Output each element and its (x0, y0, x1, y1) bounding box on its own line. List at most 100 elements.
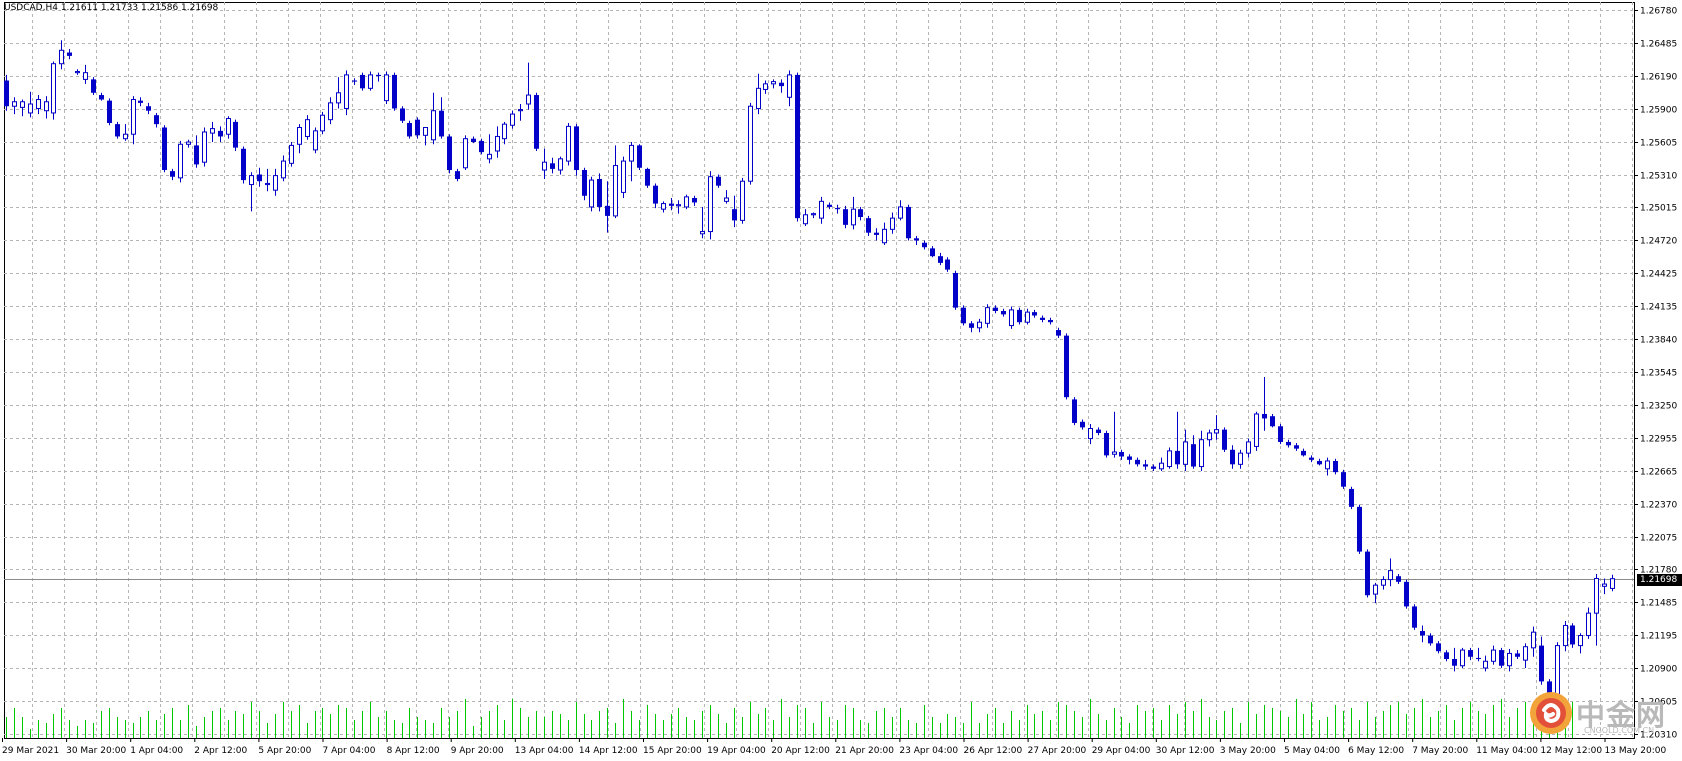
candle-body-bear (993, 307, 998, 312)
candle-body-bull (1483, 660, 1488, 669)
candle-body-bear (779, 82, 784, 87)
candle-body-bull (613, 165, 618, 217)
candle-body-bull (83, 72, 88, 80)
candle-body-bull (1254, 413, 1259, 447)
candle-body-bear (961, 307, 966, 324)
candle-body-bear (415, 119, 420, 136)
candle-body-bull (1207, 432, 1212, 441)
candle-body-bear (938, 256, 943, 263)
candle-body-bull (1246, 441, 1251, 454)
candle-body-bear (1357, 506, 1362, 552)
candle-body-bull (700, 231, 705, 235)
candle-body-bull (851, 208, 856, 226)
candle-body-bull (890, 217, 895, 230)
candle-body-bear (1301, 450, 1306, 456)
time-scale-label: 29 Mar 2021 (2, 746, 59, 756)
candle-body-bull (1167, 450, 1172, 468)
candle-body-bear (407, 123, 412, 137)
candle-body-bull (558, 158, 563, 171)
time-scale-label: 2 Apr 12:00 (194, 746, 247, 756)
candle-body-bull (495, 135, 500, 152)
candle-body-bear (969, 323, 974, 328)
price-scale-label: 1.21195 (1640, 632, 1677, 642)
candle-body-bull (313, 130, 318, 151)
candle-body-bear (914, 238, 919, 241)
candle-body-bear (1191, 444, 1196, 467)
time-scale-label: 14 Apr 12:00 (579, 746, 638, 756)
candle-body-bull (131, 99, 136, 135)
candle-body-bear (692, 197, 697, 203)
candle-body-bear (233, 121, 238, 148)
candle-body-bear (1515, 653, 1520, 657)
candle-body-bear (1428, 635, 1433, 644)
candle-body-bear (843, 209, 848, 225)
candle-body-bull (882, 228, 887, 244)
candle-body-bull (226, 118, 231, 135)
price-scale-label: 1.25605 (1640, 139, 1677, 149)
candle-body-bull (297, 126, 302, 145)
candle-body-bear (170, 171, 175, 177)
candle-body-bull (1602, 583, 1607, 587)
candle-body-bear (1040, 317, 1045, 320)
candle-body-bear (1056, 330, 1061, 336)
time-scale-label: 7 Apr 04:00 (323, 746, 376, 756)
candle-body-bear (795, 74, 800, 219)
candle-body-bull (51, 63, 56, 114)
candle-body-bear (637, 145, 642, 168)
candle-body-bull (1491, 649, 1496, 662)
candle-body-bull (542, 161, 547, 171)
candle-body-bear (154, 115, 159, 125)
price-scale-label: 1.22665 (1640, 468, 1677, 478)
candle-body-bull (178, 143, 183, 179)
candle-body-bear (1294, 445, 1299, 449)
candle-body-bull (1531, 631, 1536, 649)
candle-body-bull (1009, 309, 1014, 327)
candle-body-bull (811, 213, 816, 216)
candle-body-bull (1088, 428, 1093, 440)
candle-body-bull (1563, 624, 1568, 647)
candle-body-bear (930, 248, 935, 257)
candle-body-bear (732, 209, 737, 221)
candle-body-bull (1112, 451, 1117, 455)
chart-area[interactable]: 1.26780 1.26485 1.26190 1.25900 1.25605 1.253… (0, 0, 1682, 761)
candle-body-bull (487, 153, 492, 160)
candle-body-bear (574, 126, 579, 171)
candle-body-bull (502, 123, 507, 140)
time-scale-label: 5 May 04:00 (1284, 746, 1340, 756)
candle-body-bear (582, 170, 587, 196)
candle-body-bull (977, 321, 982, 329)
candle-body-bull (210, 128, 215, 134)
time-scale-label: 8 Apr 12:00 (387, 746, 440, 756)
candle-body-bull (20, 101, 25, 108)
watermark-domain: CNGOLD.COM.CN (1584, 726, 1655, 735)
candle-body-bull (684, 196, 689, 208)
time-scale-label: 6 May 12:00 (1348, 746, 1404, 756)
price-scale-label: 1.22370 (1640, 501, 1677, 511)
candle-body-bear (115, 124, 120, 137)
candle-body-bull (265, 182, 270, 186)
price-scale-label: 1.22955 (1640, 435, 1677, 445)
candle-body-bull (273, 175, 278, 191)
candle-body-bear (1412, 606, 1417, 628)
candle-body-bear (1444, 652, 1449, 660)
candle-body-bear (716, 176, 721, 186)
price-scale-label: 1.23545 (1640, 369, 1677, 379)
current-price-tag: 1.21698 (1637, 573, 1682, 586)
price-scale-label: 1.21485 (1640, 599, 1677, 609)
candle-body-bull (740, 180, 745, 221)
time-scale-label: 7 May 20:00 (1412, 746, 1468, 756)
time-scale-label: 15 Apr 20:00 (643, 746, 702, 756)
candle-body-bear (1230, 449, 1235, 465)
candle-body-bear (866, 218, 871, 233)
candle-body-bull (566, 125, 571, 162)
candle-body-bear (400, 108, 405, 121)
candle-body-bear (162, 127, 167, 171)
candle-body-bull (344, 74, 349, 109)
candle-body-bear (392, 74, 397, 109)
candle-body-bull (289, 144, 294, 164)
candle-body-bear (653, 185, 658, 204)
candle-body-bear (257, 174, 262, 182)
candle-body-bear (1104, 432, 1109, 456)
candle-body-bear (146, 106, 151, 111)
candle-body-bear (1341, 472, 1346, 487)
